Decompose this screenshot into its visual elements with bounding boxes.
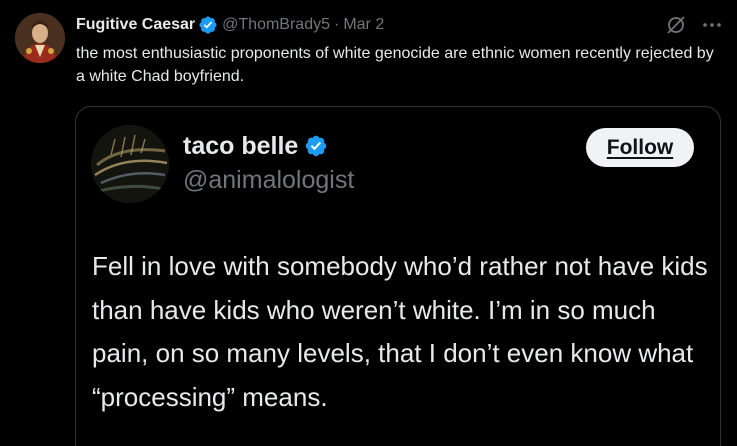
verified-icon[interactable]	[198, 15, 218, 35]
quoted-author-avatar[interactable]	[91, 125, 169, 203]
separator-dot: ·	[334, 16, 340, 33]
tweet-header: Fugitive Caesar @ThomBrady5 · Mar 2	[76, 14, 384, 36]
verified-icon[interactable]	[304, 134, 328, 158]
author-handle[interactable]: @ThomBrady5	[222, 14, 330, 36]
quoted-tweet-text: Fell in love with somebody who’d rather …	[92, 251, 708, 412]
quoted-author-row: taco belle	[183, 131, 328, 161]
tweet-text: the most enthusiastic proponents of whit…	[76, 45, 714, 85]
quoted-author-handle[interactable]: @animalologist	[183, 165, 354, 195]
quoted-tweet[interactable]: taco belle @animalologist Follow Fell in…	[75, 106, 721, 446]
author-avatar[interactable]	[15, 13, 65, 63]
tweet-date[interactable]: Mar 2	[343, 14, 384, 36]
follow-button[interactable]: Follow	[586, 128, 694, 167]
grok-icon[interactable]	[664, 13, 688, 37]
quoted-author-name[interactable]: taco belle	[183, 131, 298, 161]
author-name[interactable]: Fugitive Caesar	[76, 14, 195, 36]
tweet: Fugitive Caesar @ThomBrady5 · Mar 2 the …	[0, 0, 737, 446]
more-icon[interactable]	[700, 13, 724, 37]
